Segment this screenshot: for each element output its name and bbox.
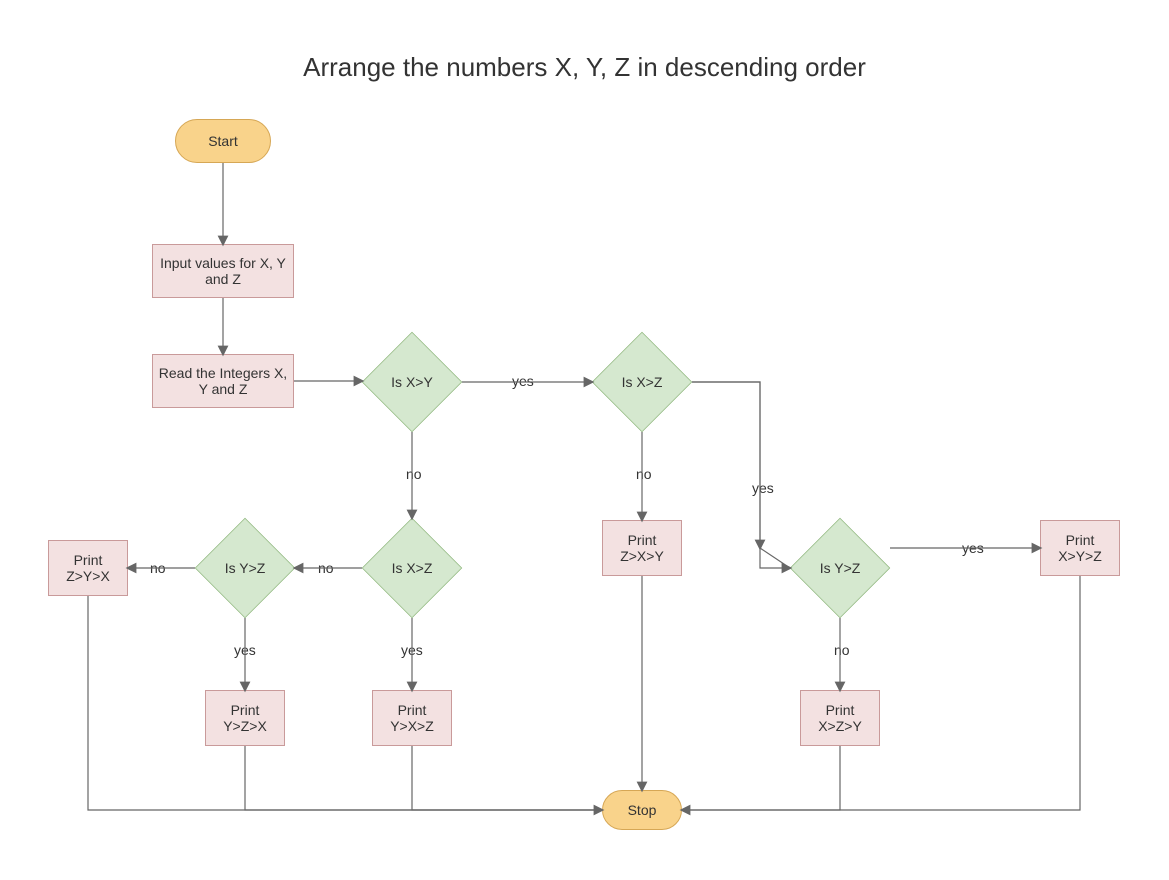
input-process: Input values for X, Y and Z: [152, 244, 294, 298]
decision-y-gt-z-left-label: Is Y>Z: [225, 560, 266, 576]
print-yxz-label: Print Y>X>Z: [390, 702, 434, 734]
print-xzy-label: Print X>Z>Y: [818, 702, 862, 734]
flow-arrows: [0, 0, 1169, 880]
decision-x-gt-y-label: Is X>Y: [391, 374, 433, 390]
print-yxz: Print Y>X>Z: [372, 690, 452, 746]
start-terminator: Start: [175, 119, 271, 163]
edge-xz-bottom-yes: yes: [399, 642, 425, 658]
stop-terminator: Stop: [602, 790, 682, 830]
print-zxy: Print Z>X>Y: [602, 520, 682, 576]
edge-xz-top-no: no: [634, 466, 654, 482]
diagram-title: Arrange the numbers X, Y, Z in descendin…: [0, 52, 1169, 83]
print-zxy-label: Print Z>X>Y: [620, 532, 664, 564]
read-process: Read the Integers X, Y and Z: [152, 354, 294, 408]
input-label: Input values for X, Y and Z: [153, 255, 293, 287]
start-label: Start: [208, 133, 238, 149]
read-label: Read the Integers X, Y and Z: [153, 365, 293, 397]
edge-xy-no: no: [404, 466, 424, 482]
print-xyz: Print X>Y>Z: [1040, 520, 1120, 576]
decision-x-gt-z-top-label: Is X>Z: [622, 374, 663, 390]
edge-xy-yes: yes: [510, 373, 536, 389]
decision-x-gt-z-top: Is X>Z: [592, 332, 692, 432]
print-yzx-label: Print Y>Z>X: [223, 702, 267, 734]
print-yzx: Print Y>Z>X: [205, 690, 285, 746]
edge-yz-left-yes: yes: [232, 642, 258, 658]
stop-label: Stop: [628, 802, 657, 818]
edge-xz-top-yes: yes: [750, 480, 776, 496]
print-zyx: Print Z>Y>X: [48, 540, 128, 596]
decision-x-gt-z-bottom-label: Is X>Z: [392, 560, 433, 576]
edge-yz-right-no: no: [832, 642, 852, 658]
print-xzy: Print X>Z>Y: [800, 690, 880, 746]
edge-yz-left-no: no: [148, 560, 168, 576]
decision-x-gt-z-bottom: Is X>Z: [362, 518, 462, 618]
decision-y-gt-z-left: Is Y>Z: [195, 518, 295, 618]
edge-yz-right-yes: yes: [960, 540, 986, 556]
print-zyx-label: Print Z>Y>X: [66, 552, 110, 584]
decision-y-gt-z-right-label: Is Y>Z: [820, 560, 861, 576]
decision-x-gt-y: Is X>Y: [362, 332, 462, 432]
print-xyz-label: Print X>Y>Z: [1058, 532, 1102, 564]
decision-y-gt-z-right: Is Y>Z: [790, 518, 890, 618]
edge-xz-bottom-no: no: [316, 560, 336, 576]
